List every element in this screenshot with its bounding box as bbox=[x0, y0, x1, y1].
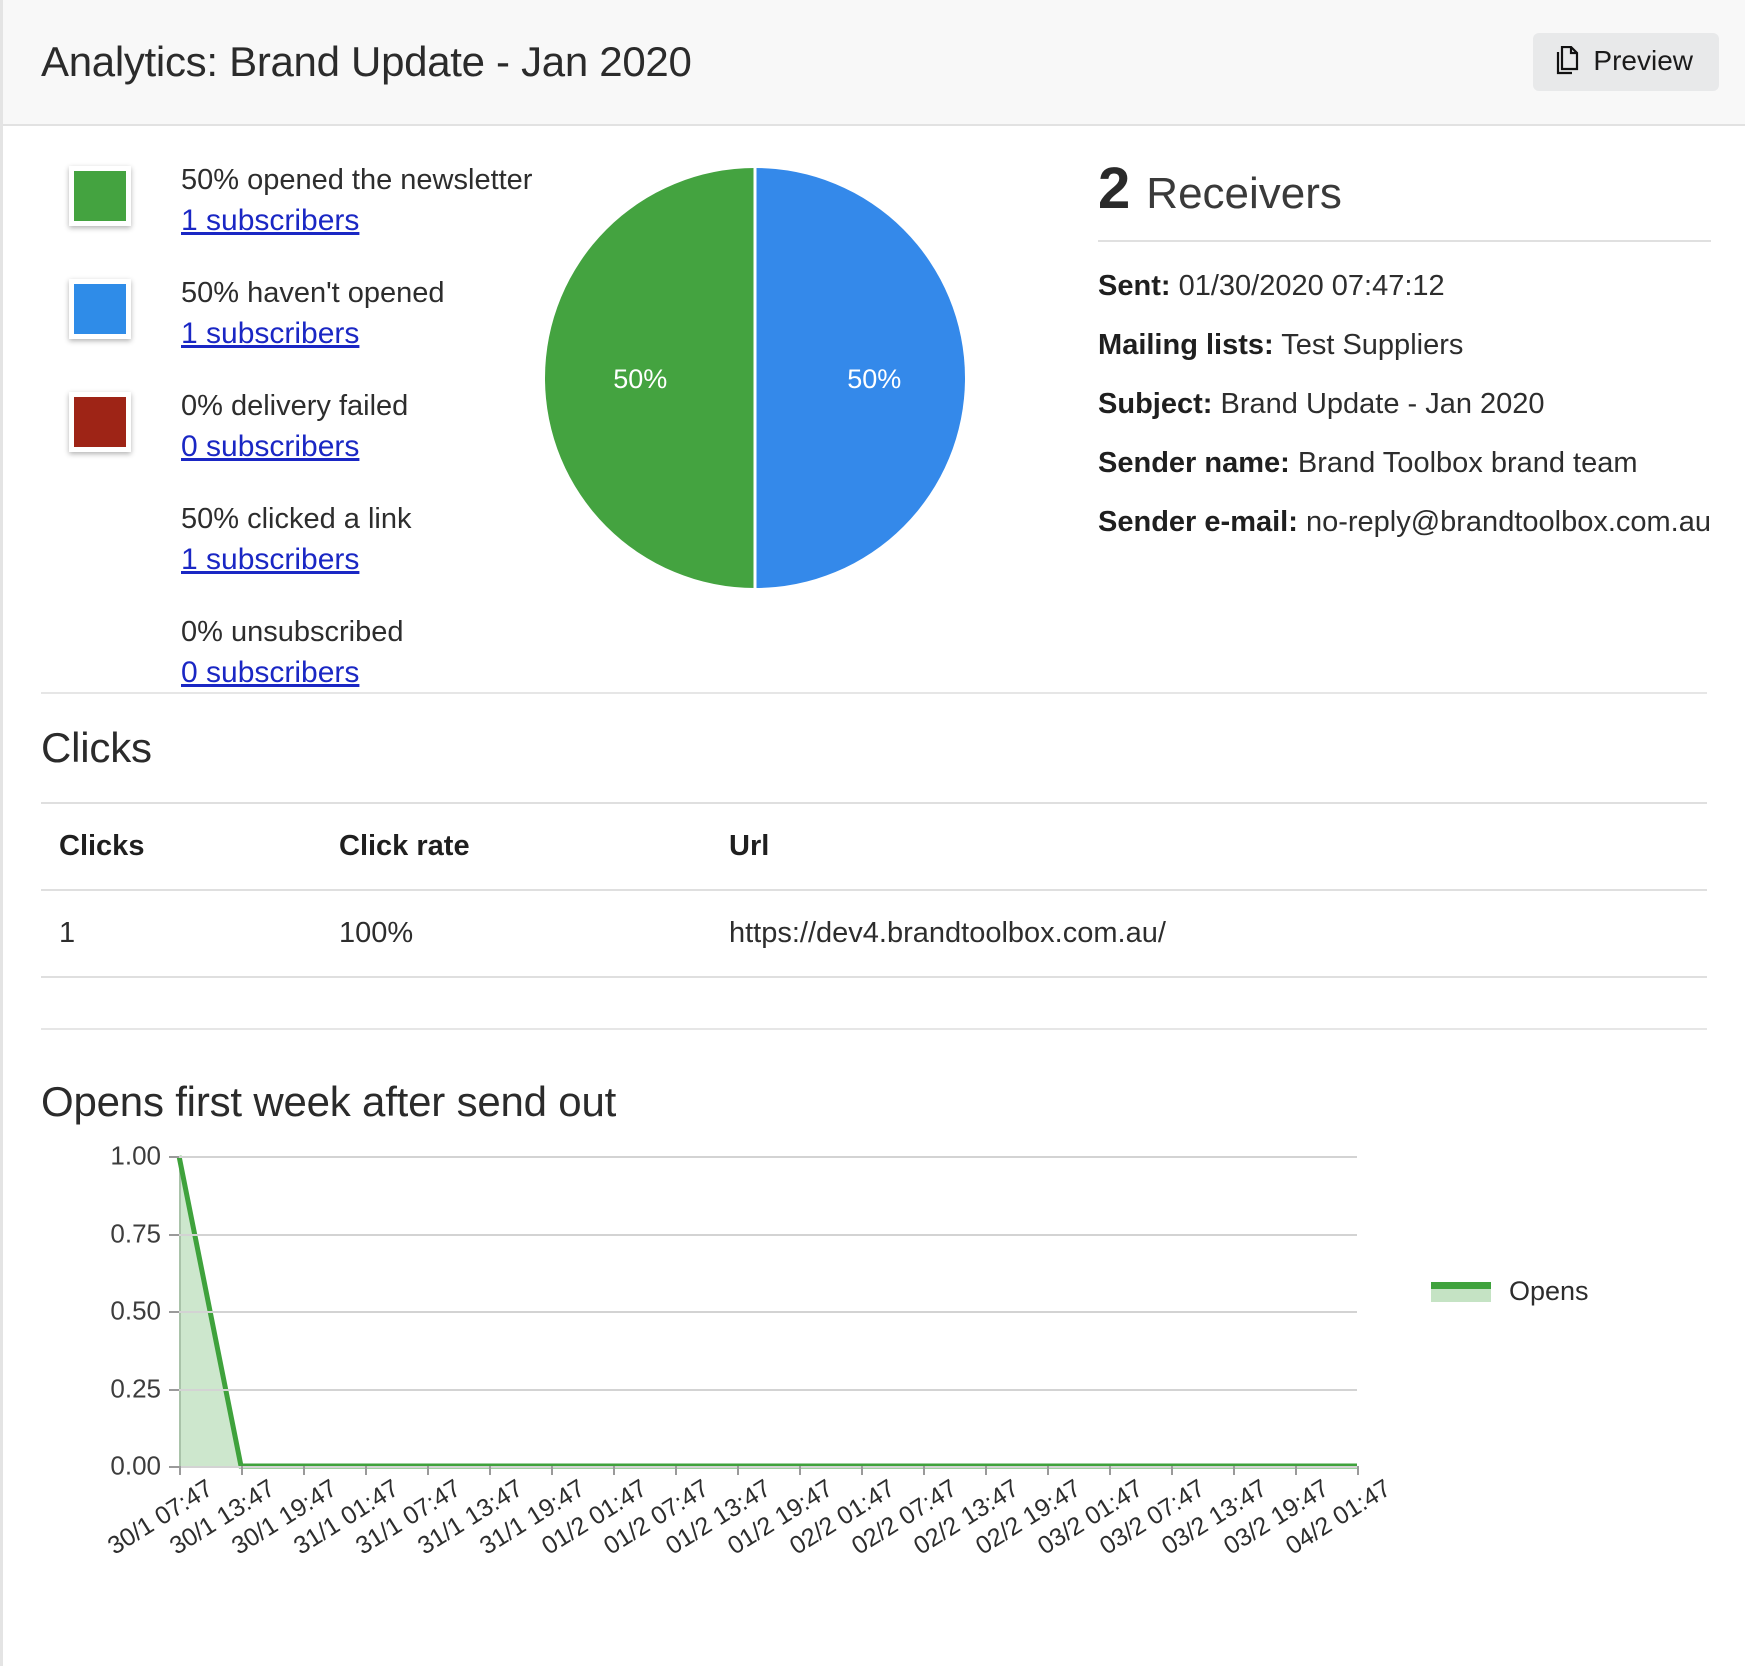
receivers-divider bbox=[1098, 240, 1711, 242]
legend-swatch-blue bbox=[69, 279, 131, 339]
detail-sender-email-value: no-reply@brandtoolbox.com.au bbox=[1305, 506, 1711, 538]
column-header-click-rate: Click rate bbox=[321, 803, 711, 891]
detail-subject-value: Brand Update - Jan 2020 bbox=[1220, 388, 1545, 420]
stat-label-failed: 0% delivery failed bbox=[181, 390, 409, 422]
stat-item-opened: 50% opened the newsletter 1 subscribers bbox=[69, 160, 533, 240]
y-tick-label: 0.50 bbox=[110, 1295, 161, 1326]
y-tick-mark bbox=[169, 1311, 179, 1313]
detail-sent: Sent: 01/30/2020 07:47:12 bbox=[1098, 270, 1711, 303]
gridline bbox=[179, 1156, 1357, 1158]
stat-item-failed: 0% delivery failed 0 subscribers bbox=[69, 386, 533, 466]
stat-text-unsubscribed: 0% unsubscribed 0 subscribers bbox=[181, 612, 403, 690]
y-tick-label: 0.25 bbox=[110, 1373, 161, 1403]
stat-label-not-opened: 50% haven't opened bbox=[181, 277, 445, 309]
page-header: Analytics: Brand Update - Jan 2020 Previ… bbox=[3, 0, 1745, 126]
cell-url: https://dev4.brandtoolbox.com.au/ bbox=[729, 917, 1166, 949]
plot-area bbox=[169, 1155, 1359, 1475]
opens-chart-section: Opens first week after send out 0.00 0.25… bbox=[3, 1030, 1745, 1626]
x-tick-mark bbox=[1357, 1466, 1359, 1475]
stat-item-not-opened: 50% haven't opened 1 subscribers bbox=[69, 273, 533, 353]
stat-label-opened: 50% opened the newsletter bbox=[181, 164, 533, 196]
subscribers-link-unsubscribed[interactable]: 0 subscribers bbox=[181, 656, 359, 690]
subscribers-link-opened[interactable]: 1 subscribers bbox=[181, 204, 359, 238]
detail-sender-name: Sender name: Brand Toolbox brand team bbox=[1098, 447, 1711, 480]
stat-label-unsubscribed: 0% unsubscribed bbox=[181, 616, 404, 648]
summary-region: 50% opened the newsletter 1 subscribers … bbox=[3, 126, 1745, 689]
clicks-section: Clicks Clicks Click rate Url 1 100% http… bbox=[3, 694, 1745, 978]
receivers-count: 2 bbox=[1098, 156, 1131, 221]
y-tick-label: 0.00 bbox=[110, 1450, 161, 1481]
detail-sender-name-key: Sender name: bbox=[1098, 447, 1290, 479]
preview-button-label: Preview bbox=[1593, 45, 1693, 76]
gridline bbox=[179, 1311, 1357, 1313]
chart-legend: Opens bbox=[1431, 1276, 1589, 1307]
table-row: 1 100% https://dev4.brandtoolbox.com.au/ bbox=[41, 890, 1707, 977]
legend-label-opens: Opens bbox=[1509, 1276, 1589, 1306]
y-tick-label: 0.75 bbox=[110, 1218, 161, 1248]
stat-label-clicked: 50% clicked a link bbox=[181, 503, 412, 535]
detail-sender-email-key: Sender e-mail: bbox=[1098, 506, 1298, 538]
column-header-url: Url bbox=[711, 803, 1707, 891]
subscribers-link-failed[interactable]: 0 subscribers bbox=[181, 430, 359, 464]
pie-divider bbox=[753, 168, 757, 588]
stat-text-opened: 50% opened the newsletter 1 subscribers bbox=[181, 160, 532, 238]
table-header-row: Clicks Click rate Url bbox=[41, 803, 1707, 891]
swatch-wrap-not-opened bbox=[69, 273, 181, 339]
stat-text-not-opened: 50% haven't opened 1 subscribers bbox=[181, 273, 445, 351]
clicks-heading: Clicks bbox=[41, 724, 152, 771]
stat-item-unsubscribed: 0% unsubscribed 0 subscribers bbox=[69, 612, 533, 692]
detail-sent-key: Sent: bbox=[1098, 270, 1171, 302]
pie-label-not-opened: 50% bbox=[847, 364, 902, 394]
pie-label-opened: 50% bbox=[613, 364, 668, 394]
y-tick-mark bbox=[169, 1156, 179, 1158]
subscribers-link-not-opened[interactable]: 1 subscribers bbox=[181, 317, 359, 351]
detail-subject-key: Subject: bbox=[1098, 388, 1213, 420]
stat-text-failed: 0% delivery failed 0 subscribers bbox=[181, 386, 408, 464]
detail-mailing-lists: Mailing lists: Test Suppliers bbox=[1098, 329, 1711, 362]
receivers-panel: 2 Receivers Sent: 01/30/2020 07:47:12 Ma… bbox=[1062, 154, 1745, 686]
cell-click-rate: 100% bbox=[339, 917, 414, 949]
y-tick-mark bbox=[169, 1466, 179, 1468]
page-title: Analytics: Brand Update - Jan 2020 bbox=[41, 38, 692, 85]
receivers-word: Receivers bbox=[1146, 169, 1342, 218]
opens-line-chart: 0.00 0.25 0.50 0.75 1.00 Opens 30/1 07:47 30/… bbox=[41, 1141, 1707, 1626]
analytics-page: Analytics: Brand Update - Jan 2020 Previ… bbox=[0, 0, 1745, 1666]
copy-files-icon bbox=[1555, 46, 1581, 76]
legend-swatch-opens bbox=[1431, 1281, 1491, 1302]
detail-sender-email: Sender e-mail: no-reply@brandtoolbox.com… bbox=[1098, 506, 1711, 539]
y-tick-label: 1.00 bbox=[110, 1140, 161, 1171]
cell-clicks: 1 bbox=[59, 917, 76, 949]
x-axis-labels: 30/1 07:47 30/1 13:47 30/1 19:47 31/1 01:47… bbox=[103, 1474, 1396, 1624]
opens-chart-heading: Opens first week after send out bbox=[41, 1078, 617, 1125]
legend-swatch-red bbox=[69, 392, 131, 452]
stat-text-clicked: 50% clicked a link 1 subscribers bbox=[181, 499, 412, 577]
swatch-wrap-unsubscribed bbox=[69, 612, 181, 618]
swatch-wrap-opened bbox=[69, 160, 181, 226]
opens-pie-chart: 50% 50% bbox=[545, 168, 966, 588]
gridline bbox=[179, 1233, 1357, 1236]
pie-chart-column: 50% 50% bbox=[533, 154, 1062, 686]
receivers-heading: 2 Receivers bbox=[1098, 160, 1711, 240]
detail-sender-name-value: Brand Toolbox brand team bbox=[1297, 447, 1638, 479]
legend-swatch-green bbox=[69, 166, 131, 226]
detail-sent-value: 01/30/2020 07:47:12 bbox=[1178, 270, 1445, 302]
gridline bbox=[179, 1466, 1357, 1468]
swatch-wrap-failed bbox=[69, 386, 181, 452]
column-header-clicks: Clicks bbox=[41, 803, 321, 891]
preview-button[interactable]: Preview bbox=[1533, 33, 1719, 91]
subscribers-link-clicked[interactable]: 1 subscribers bbox=[181, 543, 359, 577]
y-tick-mark bbox=[169, 1388, 179, 1391]
clicks-table: Clicks Click rate Url 1 100% https://dev… bbox=[41, 802, 1707, 978]
y-tick-mark bbox=[169, 1233, 179, 1236]
detail-mailing-lists-value: Test Suppliers bbox=[1281, 329, 1464, 361]
detail-mailing-lists-key: Mailing lists: bbox=[1098, 329, 1274, 361]
stats-legend: 50% opened the newsletter 1 subscribers … bbox=[3, 154, 533, 689]
detail-subject: Subject: Brand Update - Jan 2020 bbox=[1098, 388, 1711, 421]
gridline bbox=[179, 1388, 1357, 1391]
swatch-wrap-clicked bbox=[69, 499, 181, 505]
stat-item-clicked: 50% clicked a link 1 subscribers bbox=[69, 499, 533, 579]
